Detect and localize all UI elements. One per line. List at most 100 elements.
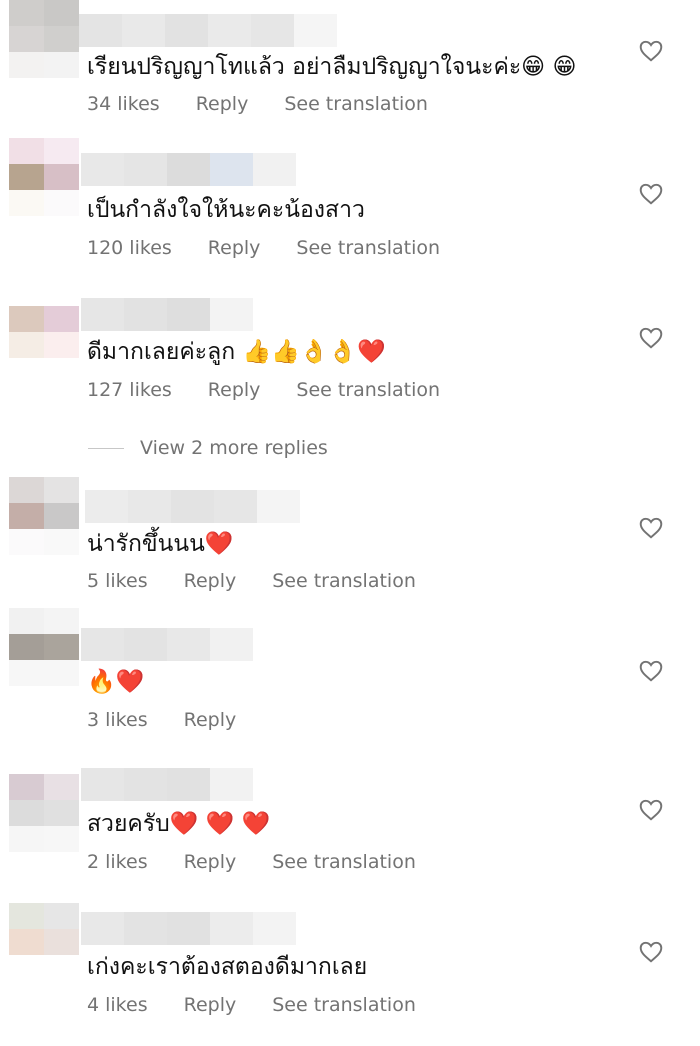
avatar-pixel	[44, 0, 79, 26]
comment-text: น่ารักขึ้นนน❤️	[87, 531, 234, 557]
avatar-pixel	[9, 634, 44, 660]
comment-text: ดีมากเลยค่ะลูก 👍👍👌👌❤️	[87, 339, 386, 365]
heart-outline-icon[interactable]	[638, 38, 664, 64]
name-block	[294, 14, 337, 47]
likes-count[interactable]: 2 likes	[87, 850, 148, 874]
see-translation-link[interactable]: See translation	[296, 378, 440, 402]
comment-meta: 4 likes Reply See translation	[87, 993, 416, 1017]
see-translation-link[interactable]: See translation	[284, 92, 428, 116]
avatar-pixel	[44, 608, 79, 634]
username-blurred[interactable]	[81, 298, 253, 331]
avatar-pixel	[9, 529, 44, 555]
avatar-pixel	[9, 903, 44, 929]
reply-button[interactable]: Reply	[184, 569, 237, 593]
likes-count[interactable]: 5 likes	[87, 569, 148, 593]
view-more-replies-button[interactable]: View 2 more replies	[88, 437, 328, 459]
heart-outline-icon[interactable]	[638, 181, 664, 207]
avatar-pixel	[9, 26, 44, 52]
avatar-pixel	[9, 929, 44, 955]
comment-meta: 5 likes Reply See translation	[87, 569, 416, 593]
name-block	[171, 490, 214, 523]
name-block	[122, 14, 165, 47]
heart-outline-icon[interactable]	[638, 797, 664, 823]
name-block	[167, 153, 210, 186]
heart-outline-icon[interactable]	[638, 939, 664, 965]
avatar-pixel	[44, 190, 79, 216]
name-block	[124, 628, 167, 661]
username-blurred[interactable]	[81, 912, 296, 945]
avatar-pixel	[44, 929, 79, 955]
name-block	[167, 768, 210, 801]
name-block	[210, 153, 253, 186]
avatar[interactable]	[9, 138, 79, 216]
likes-count[interactable]: 4 likes	[87, 993, 148, 1017]
likes-count[interactable]: 127 likes	[87, 378, 172, 402]
avatar-pixel	[9, 164, 44, 190]
avatar-pixel	[9, 826, 44, 852]
see-translation-link[interactable]: See translation	[296, 236, 440, 260]
name-block	[128, 490, 171, 523]
username-blurred[interactable]	[81, 768, 253, 801]
avatar-pixel	[9, 608, 44, 634]
name-block	[208, 14, 251, 47]
avatar-pixel	[9, 138, 44, 164]
avatar[interactable]	[9, 306, 79, 384]
avatar-pixel	[44, 503, 79, 529]
name-block	[124, 912, 167, 945]
name-block	[165, 14, 208, 47]
avatar-pixel	[9, 332, 44, 358]
comment-text: เรียนปริญญาโทแล้ว อย่าลืมปริญญาใจนะค่ะ😁 …	[87, 54, 577, 80]
comment-meta: 120 likes Reply See translation	[87, 236, 440, 260]
avatar-pixel	[9, 800, 44, 826]
name-block	[124, 153, 167, 186]
name-block	[167, 298, 210, 331]
reply-button[interactable]: Reply	[208, 378, 261, 402]
likes-count[interactable]: 3 likes	[87, 708, 148, 732]
avatar-pixel	[9, 0, 44, 26]
name-block	[253, 153, 296, 186]
comment-meta: 3 likes Reply	[87, 708, 272, 732]
reply-button[interactable]: Reply	[184, 993, 237, 1017]
avatar[interactable]	[9, 0, 79, 78]
avatar-pixel	[44, 903, 79, 929]
avatar[interactable]	[9, 608, 79, 686]
name-block	[210, 768, 253, 801]
name-block	[167, 628, 210, 661]
view-more-replies-label: View 2 more replies	[140, 437, 328, 459]
avatar-pixel	[44, 660, 79, 686]
reply-button[interactable]: Reply	[196, 92, 249, 116]
comment-text: 🔥❤️	[87, 669, 145, 695]
reply-button[interactable]: Reply	[208, 236, 261, 260]
avatar-pixel	[9, 955, 44, 981]
avatar-pixel	[9, 190, 44, 216]
avatar[interactable]	[9, 774, 79, 852]
name-block	[251, 14, 294, 47]
username-blurred[interactable]	[85, 490, 300, 523]
name-block	[81, 298, 124, 331]
see-translation-link[interactable]: See translation	[272, 569, 416, 593]
reply-button[interactable]: Reply	[184, 850, 237, 874]
avatar-pixel	[44, 306, 79, 332]
likes-count[interactable]: 34 likes	[87, 92, 160, 116]
name-block	[210, 912, 253, 945]
avatar[interactable]	[9, 903, 79, 981]
heart-outline-icon[interactable]	[638, 658, 664, 684]
username-blurred[interactable]	[81, 153, 296, 186]
name-block	[253, 912, 296, 945]
avatar-pixel	[44, 138, 79, 164]
reply-button[interactable]: Reply	[184, 708, 237, 732]
comment-meta: 2 likes Reply See translation	[87, 850, 416, 874]
see-translation-link[interactable]: See translation	[272, 850, 416, 874]
see-translation-link[interactable]: See translation	[272, 993, 416, 1017]
avatar-pixel	[44, 826, 79, 852]
name-block	[167, 912, 210, 945]
username-blurred[interactable]	[79, 14, 337, 47]
heart-outline-icon[interactable]	[638, 325, 664, 351]
username-blurred[interactable]	[81, 628, 253, 661]
likes-count[interactable]: 120 likes	[87, 236, 172, 260]
heart-outline-icon[interactable]	[638, 515, 664, 541]
avatar[interactable]	[9, 477, 79, 555]
avatar-pixel	[44, 358, 79, 384]
avatar-pixel	[9, 477, 44, 503]
avatar-pixel	[9, 660, 44, 686]
